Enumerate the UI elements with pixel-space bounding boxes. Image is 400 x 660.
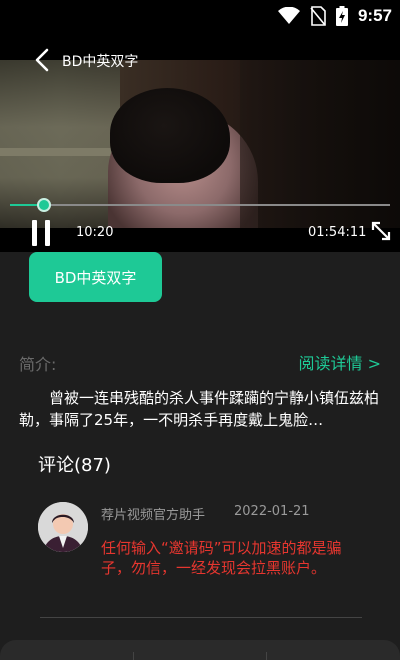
fullscreen-button[interactable] — [370, 220, 392, 242]
player-title: BD中英双字 — [62, 54, 139, 70]
seek-track — [10, 204, 390, 206]
back-button[interactable] — [30, 46, 54, 74]
wifi-icon — [277, 7, 300, 24]
pause-icon — [32, 220, 37, 246]
seek-bar[interactable] — [10, 198, 390, 212]
divider — [40, 617, 362, 618]
bottom-separator — [133, 652, 134, 660]
battery-charging-icon — [335, 6, 348, 26]
total-time: 01:54:11 — [308, 225, 367, 240]
quality-tag-button[interactable]: BD中英双字 — [29, 252, 162, 302]
status-time: 9:57 — [357, 6, 392, 25]
video-player[interactable]: BD中英双字 10:20 01:54:11 — [0, 32, 400, 252]
intro-text: 曾被一连串残酷的杀人事件蹂躏的宁静小镇伍兹柏勒，事隔了25年，一不明杀手再度戴上… — [19, 389, 380, 429]
no-sim-icon — [310, 6, 326, 26]
seek-thumb[interactable] — [37, 198, 52, 212]
fullscreen-icon — [371, 221, 391, 241]
comments-title: 评论(87) — [38, 455, 111, 476]
comment-author: 荐片视频官方助手 — [101, 508, 206, 523]
user-avatar-icon — [38, 502, 88, 552]
avatar[interactable] — [38, 502, 88, 552]
intro-label: 简介: — [19, 355, 57, 374]
current-time: 10:20 — [76, 225, 114, 240]
pause-button[interactable] — [32, 220, 54, 246]
comment-date: 2022-01-21 — [234, 504, 310, 519]
back-arrow-icon — [35, 48, 49, 72]
bottom-action-bar[interactable] — [0, 640, 400, 660]
status-icons: 9:57 — [277, 6, 392, 26]
comment-body: 任何输入“邀请码”可以加速的都是骗子，勿信，一经发现会拉黑账户。 — [101, 539, 342, 577]
pause-icon — [45, 220, 50, 246]
status-bar: 9:57 — [0, 0, 400, 32]
read-more-link[interactable]: 阅读详情 > — [299, 350, 382, 374]
bottom-separator — [266, 652, 267, 660]
